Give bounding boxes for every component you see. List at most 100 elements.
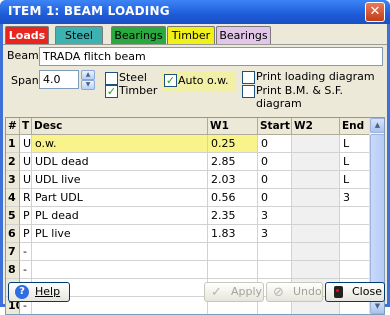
row-number: 4: [6, 189, 20, 207]
dialog-client: Loads Steel Bearings Timber Bearings Bea…: [3, 24, 387, 315]
table-row[interactable]: 4 R Part UDL 0.56 0 3: [6, 189, 372, 207]
close-button[interactable]: Close: [325, 282, 385, 302]
row-w2[interactable]: [292, 225, 340, 243]
row-end[interactable]: [340, 207, 372, 225]
span-input[interactable]: 4.0: [39, 70, 79, 89]
row-end[interactable]: [340, 225, 372, 243]
row-type[interactable]: P: [20, 207, 32, 225]
tab-timber[interactable]: Timber: [167, 26, 215, 45]
auto-ow-label: Auto o.w.: [178, 74, 229, 87]
row-number: 3: [6, 171, 20, 189]
row-w2[interactable]: [292, 207, 340, 225]
row-number: 5: [6, 207, 20, 225]
beam-name-input[interactable]: TRADA flitch beam: [39, 47, 383, 66]
row-w1[interactable]: 0.56: [208, 189, 258, 207]
steel-checkbox[interactable]: [105, 72, 118, 85]
span-up-arrow-icon[interactable]: ▲: [81, 70, 95, 80]
row-type[interactable]: -: [20, 261, 32, 279]
scroll-thumb[interactable]: [370, 134, 384, 298]
table-row[interactable]: 1 Uo.w. 0.25 0 L: [6, 135, 372, 153]
row-start[interactable]: 3: [258, 225, 292, 243]
row-w2[interactable]: [292, 189, 340, 207]
loads-panel: Beam: TRADA flitch beam Span: 4.0 ▲ ▼ St…: [3, 44, 387, 315]
row-end[interactable]: 3: [340, 189, 372, 207]
table-row[interactable]: 5 P PL dead 2.35 3: [6, 207, 372, 225]
tab-loads[interactable]: Loads: [5, 26, 49, 45]
row-desc[interactable]: UDL dead: [32, 153, 208, 171]
undo-button[interactable]: ⊘ Undo: [266, 282, 323, 302]
print-loading-checkbox[interactable]: [242, 71, 255, 84]
row-w1[interactable]: 2.03: [208, 171, 258, 189]
undo-icon: ⊘: [273, 285, 284, 300]
row-w1[interactable]: [208, 261, 258, 279]
title-bar[interactable]: ITEM 1: BEAM LOADING ✕: [0, 0, 390, 24]
row-w1[interactable]: 1.83: [208, 225, 258, 243]
scroll-up-icon[interactable]: ▲: [370, 118, 384, 133]
row-start[interactable]: 0: [258, 135, 292, 153]
row-desc[interactable]: [32, 243, 208, 261]
row-w2[interactable]: [292, 261, 340, 279]
row-desc[interactable]: UDL live: [32, 171, 208, 189]
row-start[interactable]: [258, 243, 292, 261]
row-type[interactable]: U: [20, 135, 32, 153]
apply-label: Apply: [231, 285, 263, 298]
checkmark-icon: ✓: [211, 285, 222, 300]
steel-check-label: Steel: [119, 71, 147, 84]
table-row[interactable]: 3 U UDL live 2.03 0 L: [6, 171, 372, 189]
row-w2[interactable]: [292, 171, 340, 189]
col-header-w2: W2: [292, 118, 340, 135]
row-end[interactable]: [340, 261, 372, 279]
row-type[interactable]: -: [20, 243, 32, 261]
row-end[interactable]: [340, 243, 372, 261]
col-header-type: T: [20, 118, 32, 135]
row-desc[interactable]: PL live: [32, 225, 208, 243]
col-header-desc: Desc: [32, 118, 208, 135]
row-w2[interactable]: [292, 153, 340, 171]
window-close-button[interactable]: ✕: [365, 2, 385, 22]
table-row[interactable]: 8-: [6, 261, 372, 279]
span-down-arrow-icon[interactable]: ▼: [81, 80, 95, 90]
help-button[interactable]: ? Help: [8, 282, 70, 302]
row-desc[interactable]: [32, 261, 208, 279]
tab-steel[interactable]: Steel: [55, 26, 103, 45]
row-type[interactable]: U: [20, 153, 32, 171]
row-start[interactable]: 3: [258, 207, 292, 225]
col-header-number: #: [6, 118, 20, 135]
row-type[interactable]: U: [20, 171, 32, 189]
row-type[interactable]: P: [20, 225, 32, 243]
row-w2[interactable]: [292, 243, 340, 261]
row-w1[interactable]: 2.35: [208, 207, 258, 225]
timber-checkbox[interactable]: ✓: [105, 85, 118, 98]
table-row[interactable]: 7-: [6, 243, 372, 261]
row-end[interactable]: L: [340, 135, 372, 153]
row-desc[interactable]: PL dead: [32, 207, 208, 225]
row-w2[interactable]: [292, 135, 340, 153]
row-end[interactable]: L: [340, 153, 372, 171]
row-number: 1: [6, 135, 20, 153]
row-number: 2: [6, 153, 20, 171]
row-end[interactable]: L: [340, 171, 372, 189]
row-start[interactable]: [258, 261, 292, 279]
row-w1[interactable]: 0.25: [208, 135, 258, 153]
row-number: 7: [6, 243, 20, 261]
auto-ow-checkbox[interactable]: ✓: [164, 74, 177, 87]
tab-bearings-timber[interactable]: Bearings: [216, 26, 271, 45]
apply-button[interactable]: ✓ Apply: [204, 282, 264, 302]
row-start[interactable]: 0: [258, 171, 292, 189]
tab-bearings-steel[interactable]: Bearings: [111, 26, 166, 45]
row-number: 8: [6, 261, 20, 279]
table-row[interactable]: 6 P PL live 1.83 3: [6, 225, 372, 243]
print-loading-label: Print loading diagram: [256, 70, 375, 83]
col-header-w1: W1: [208, 118, 258, 135]
row-desc[interactable]: o.w.: [32, 135, 208, 153]
table-row[interactable]: 2 U UDL dead 2.85 0 L: [6, 153, 372, 171]
close-label: Close: [352, 285, 382, 298]
row-desc[interactable]: Part UDL: [32, 189, 208, 207]
span-label: Span:: [11, 74, 43, 87]
row-w1[interactable]: [208, 243, 258, 261]
row-type[interactable]: R: [20, 189, 32, 207]
row-w1[interactable]: 2.85: [208, 153, 258, 171]
print-bm-checkbox[interactable]: [242, 85, 255, 98]
row-start[interactable]: 0: [258, 189, 292, 207]
row-start[interactable]: 0: [258, 153, 292, 171]
